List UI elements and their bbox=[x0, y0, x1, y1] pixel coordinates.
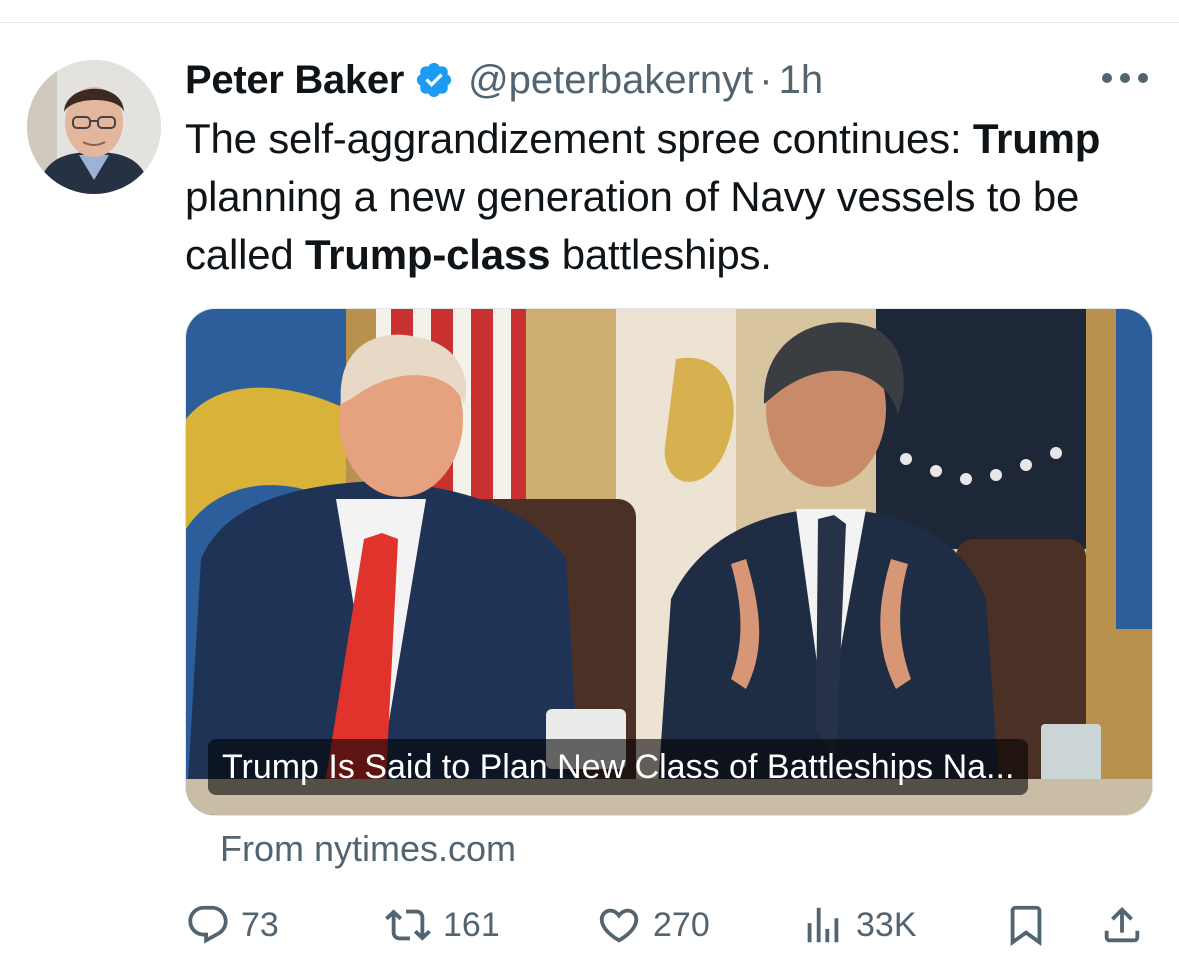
separator-dot: · bbox=[759, 57, 773, 102]
card-source[interactable]: From nytimes.com bbox=[220, 828, 516, 870]
reply-button[interactable]: 73 bbox=[185, 896, 279, 954]
like-count: 270 bbox=[653, 905, 710, 944]
like-button[interactable]: 270 bbox=[595, 896, 710, 954]
tweet-header: Peter Baker @peterbakernyt · 1h bbox=[185, 52, 823, 108]
tweet-text-bold: Trump bbox=[972, 115, 1101, 162]
like-icon bbox=[595, 902, 643, 948]
author-name[interactable]: Peter Baker bbox=[185, 58, 404, 103]
repost-button[interactable]: 161 bbox=[383, 896, 500, 954]
bookmark-icon bbox=[1003, 900, 1049, 950]
tweet-text-part: The self-aggrandizement spree continues: bbox=[185, 115, 973, 162]
tweet-actions: 73 161 270 33K bbox=[185, 896, 1150, 954]
views-button[interactable]: 33K bbox=[800, 896, 917, 954]
bookmark-button[interactable] bbox=[1003, 896, 1049, 954]
card-title: Trump Is Said to Plan New Class of Battl… bbox=[208, 739, 1029, 795]
link-card[interactable]: Trump Is Said to Plan New Class of Battl… bbox=[185, 308, 1153, 816]
repost-icon bbox=[383, 902, 433, 948]
verified-badge-icon bbox=[414, 60, 454, 100]
repost-count: 161 bbox=[443, 905, 500, 944]
tweet-text-part: battleships. bbox=[550, 231, 772, 278]
share-icon bbox=[1099, 901, 1145, 949]
views-count: 33K bbox=[856, 905, 917, 944]
tweet-text-bold: Trump-class bbox=[305, 231, 551, 278]
avatar[interactable] bbox=[27, 60, 161, 194]
tweet-text: The self-aggrandizement spree continues:… bbox=[185, 110, 1145, 284]
more-icon[interactable] bbox=[1102, 66, 1148, 90]
timestamp[interactable]: 1h bbox=[779, 58, 824, 103]
top-divider bbox=[0, 22, 1179, 23]
reply-count: 73 bbox=[241, 905, 279, 944]
share-button[interactable] bbox=[1099, 896, 1145, 954]
author-handle[interactable]: @peterbakernyt bbox=[468, 58, 753, 103]
reply-icon bbox=[185, 902, 231, 948]
views-icon bbox=[800, 902, 846, 948]
